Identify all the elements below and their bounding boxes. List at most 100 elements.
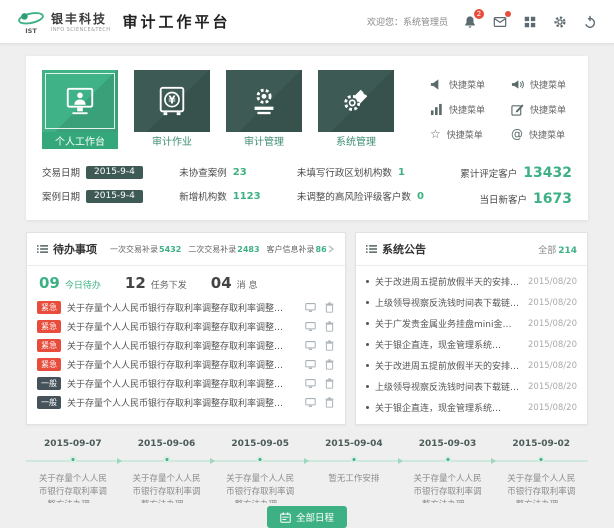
timeline-entry[interactable]: 2015-09-02 关于存量个人人民币银行存取利率调整方法办理… [494,439,588,503]
audit-safe-icon: ¥ [156,85,188,117]
announcement-date: 2015/08/20 [528,319,577,329]
timeline-entry[interactable]: 2015-09-05 关于存量个人人民币银行存取利率调整方法办理… [213,439,307,503]
timeline-entry[interactable]: 2015-09-04 暂无工作安排 [307,439,401,503]
announcement-date: 2015/08/20 [528,361,577,371]
announcement-row[interactable]: 上级领导视察反洗钱时间表下载链接… 2015/08/20 [356,376,587,397]
tab-first-entry[interactable]: 一次交易补录5432 [110,244,181,255]
system-manage-wrench-gear-icon [340,85,372,117]
trash-icon[interactable] [324,359,335,370]
logout-power-icon[interactable] [582,14,598,30]
monitor-icon[interactable] [305,397,316,408]
at-sign-icon: @ [511,128,523,141]
todo-row[interactable]: 紧急 关于存量个人人民币银行存取利率调整存取利率调整… [27,317,345,336]
todo-list: 紧急 关于存量个人人民币银行存取利率调整存取利率调整… 紧急 关于存量个人人民币… [27,296,345,417]
monitor-icon[interactable] [305,378,316,389]
stat-value: 13432 [523,165,572,181]
header-actions: 欢迎您：系统管理员 2 [367,14,598,30]
announcement-row[interactable]: 关于银企直连，现金管理系统… 2015/08/20 [356,397,587,418]
todo-text: 关于存量个人人民币银行存取利率调整存取利率调整… [67,358,299,371]
trash-icon[interactable] [324,302,335,313]
tab-second-entry[interactable]: 二次交易补录2483 [188,244,259,255]
subtab-tasks[interactable]: 12任务下发 [125,274,187,292]
bar-chart-icon [430,103,443,116]
tile-personal-workbench[interactable]: 个人工作台 [42,70,118,149]
stat-label: 案例日期 [42,189,80,203]
todo-row[interactable]: 一般 关于存量个人人民币银行存取利率调整存取利率调整… [27,393,345,412]
quick-menu-item[interactable]: 快捷菜单 [430,103,485,116]
trash-icon[interactable] [324,397,335,408]
quick-menu: 快捷菜单 快捷菜单 快捷菜单 快捷菜单 ☆ 快捷菜单 @ 快捷菜单 [430,70,572,149]
monitor-icon[interactable] [305,321,316,332]
calendar-icon [280,512,291,523]
stat-value: 1 [398,167,405,178]
announcements-all-link[interactable]: 全部214 [538,243,577,256]
audit-manage-gears-icon [248,85,280,117]
announcement-row[interactable]: 关于广发贵金属业务挂盘mini金… 2015/08/20 [356,313,587,334]
announcement-row[interactable]: 上级领导视察反洗钱时间表下载链接… 2015/08/20 [356,292,587,313]
todo-row[interactable]: 紧急 关于存量个人人民币银行存取利率调整存取利率调整… [27,355,345,374]
schedule-timeline: 2015-09-07 关于存量个人人民币银行存取利率调整方法办理… 2015-0… [26,439,588,528]
quick-menu-item[interactable]: 快捷菜单 [511,103,566,116]
all-schedule-button[interactable]: 全部日程 [267,506,347,528]
stat-trade-date: 交易日期 2015-9-4 [42,165,143,179]
timeline-entry[interactable]: 2015-09-07 关于存量个人人民币银行存取利率调整方法办理… [26,439,120,503]
welcome-user[interactable]: 欢迎您：系统管理员 [367,15,448,28]
apps-grid-icon[interactable] [522,14,538,30]
todo-row[interactable]: 紧急 关于存量个人人民币银行存取利率调整存取利率调整… [27,336,345,355]
subtab-today[interactable]: 09今日待办 [39,274,101,292]
quick-menu-item[interactable]: 快捷菜单 [511,78,566,91]
chevron-right-icon[interactable] [327,245,335,253]
tile-label: 审计管理 [226,132,302,149]
quick-menu-label: 快捷菜单 [529,128,565,141]
module-tiles: 个人工作台 ¥ 审计作业 [42,70,394,149]
trash-icon[interactable] [324,340,335,351]
announcements-title: 系统公告 [382,241,426,257]
trash-icon[interactable] [324,378,335,389]
stat-missing-region-orgs: 未填写行政区划机构数 1 [297,165,424,179]
timeline-text: 关于存量个人人民币银行存取利率调整方法办理… [401,469,495,503]
monitor-icon[interactable] [305,302,316,313]
todo-row[interactable]: 一般 关于存量个人人民币银行存取利率调整存取利率调整… [27,374,345,393]
quick-menu-item[interactable]: ☆ 快捷菜单 [430,128,485,141]
messages-icon[interactable] [492,14,508,30]
announcement-row[interactable]: 关于改进周五提前放假半天的安排通知… 2015/08/20 [356,355,587,376]
svg-text:IST: IST [25,27,37,35]
quick-menu-item[interactable]: 快捷菜单 [430,78,485,91]
announcement-text: 上级领导视察反洗钱时间表下载链接… [375,296,522,309]
todo-title: 待办事项 [53,241,97,257]
stat-case-date: 案例日期 2015-9-4 [42,189,143,203]
announcement-text: 关于改进周五提前放假半天的安排通知… [375,275,522,288]
stat-value: 1123 [233,191,261,202]
logo-text: 银丰科技 INFO SCIENCE&TECH [51,10,110,33]
bullet-icon [366,280,369,283]
bullet-icon [366,322,369,325]
logo-icon: IST [16,8,46,36]
timeline-dot-icon [350,456,357,463]
monitor-icon[interactable] [305,340,316,351]
trash-icon[interactable] [324,321,335,332]
monitor-icon[interactable] [305,359,316,370]
subtab-messages[interactable]: 04消 息 [211,274,258,292]
announcement-date: 2015/08/20 [528,298,577,308]
todo-text: 关于存量个人人民币银行存取利率调整存取利率调整… [67,377,299,390]
tile-audit-work[interactable]: ¥ 审计作业 [134,70,210,149]
notifications-bell-icon[interactable]: 2 [462,14,478,30]
tab-customer-entry[interactable]: 客户信息补录86 [267,244,327,255]
tile-audit-manage[interactable]: 审计管理 [226,70,302,149]
announcement-date: 2015/08/20 [528,340,577,350]
todo-tabs: 一次交易补录5432 二次交易补录2483 客户信息补录86 [110,244,322,255]
announcement-row[interactable]: 关于改进周五提前放假半天的安排通知… 2015/08/20 [356,271,587,292]
timeline-date: 2015-09-03 [401,439,495,449]
timeline-entry[interactable]: 2015-09-03 关于存量个人人民币银行存取利率调整方法办理… [401,439,495,503]
todo-row[interactable]: 紧急 关于存量个人人民币银行存取利率调整存取利率调整… [27,298,345,317]
timeline-date: 2015-09-06 [120,439,214,449]
settings-gear-icon[interactable] [552,14,568,30]
tile-system-manage[interactable]: 系统管理 [318,70,394,149]
list-icon [366,244,377,254]
stat-uninvestigated-cases: 未协查案例 23 [179,165,260,179]
announcement-row[interactable]: 关于银企直连，现金管理系统… 2015/08/20 [356,334,587,355]
timeline-text: 关于存量个人人民币银行存取利率调整方法办理… [120,469,214,503]
quick-menu-item[interactable]: @ 快捷菜单 [511,128,566,141]
speaker-volume-icon [511,78,524,91]
timeline-entry[interactable]: 2015-09-06 关于存量个人人民币银行存取利率调整方法办理… [120,439,214,503]
